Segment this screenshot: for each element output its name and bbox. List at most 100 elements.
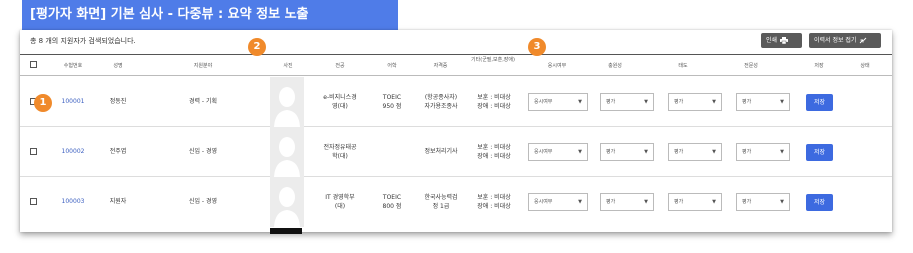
row-checkbox[interactable] [30, 148, 37, 155]
certificate-line-2: 정 1급 [432, 203, 450, 210]
eval-2-select[interactable]: 평가 ▼ [668, 143, 722, 161]
etc-line-2: 장애 : 비대상 [477, 153, 511, 160]
applicant-name: 정동진 [109, 98, 127, 105]
applicant-photo [270, 127, 304, 177]
header-photo: 사진 [283, 63, 293, 69]
save-button[interactable]: 저장 [806, 144, 833, 161]
table-header: 수험번호 성명 지원분야 사진 전공 어학 자격증 기타(군필,보훈,장애) 응… [20, 54, 892, 76]
applied-field: 신입 - 경영 [188, 148, 218, 155]
chevron-down-icon: ▼ [644, 199, 648, 205]
chevron-down-icon: ▼ [712, 99, 716, 105]
applicant-photo [270, 177, 304, 227]
print-button[interactable]: 인쇄 [761, 33, 802, 48]
header-attend: 응시여부 [547, 63, 567, 69]
etc-line-2: 장애 : 비대상 [477, 203, 511, 210]
chevron-down-icon: ▼ [780, 149, 784, 155]
printer-icon [780, 37, 789, 44]
attend-select[interactable]: 응시여부 ▼ [528, 193, 588, 211]
eval-1-select[interactable]: 평가 ▼ [600, 143, 654, 161]
language-line-2: 950 점 [382, 103, 402, 110]
eval-2-select[interactable]: 평가 ▼ [668, 193, 722, 211]
row-checkbox[interactable] [30, 198, 37, 205]
language-line-1: TOEIC [382, 94, 402, 101]
eval-1-select[interactable]: 평가 ▼ [600, 193, 654, 211]
collapse-resume-button[interactable]: 이력서 정보 접기 [809, 33, 881, 48]
attend-select[interactable]: 응시여부 ▼ [528, 93, 588, 111]
eval-3-value: 평가 [742, 149, 752, 155]
major-line-1: IT 경영학부 [325, 194, 355, 201]
eval-1-value: 평가 [606, 99, 616, 105]
header-eval-1: 충원성 [608, 63, 622, 69]
page-banner: [평가자 화면] 기본 심사 - 다중뷰 : 요약 정보 노출 [22, 0, 398, 30]
chevron-down-icon: ▼ [578, 199, 582, 205]
etc-line-1: 보훈 : 비대상 [477, 144, 511, 151]
applied-field: 경력 - 기획 [188, 98, 218, 105]
result-count-text: 총 8 개의 지원자가 검색되었습니다. [30, 37, 136, 45]
major-line-1: 전자정유태공 [323, 144, 357, 151]
exam-number-link[interactable]: 100002 [50, 147, 96, 156]
header-eval-2: 태도 [678, 63, 688, 69]
certificate-line-1: 정보처리기사 [424, 148, 458, 155]
eval-1-value: 평가 [606, 149, 616, 155]
applicant-name: 지원자 [109, 198, 127, 205]
attend-select[interactable]: 응시여부 ▼ [528, 143, 588, 161]
attend-select-value: 응시여부 [534, 199, 553, 205]
eval-2-value: 평가 [674, 149, 684, 155]
eval-2-value: 평가 [674, 199, 684, 205]
header-language: 어학 [387, 63, 397, 69]
etc-line-1: 보훈 : 비대상 [477, 94, 511, 101]
chevron-down-icon: ▼ [578, 99, 582, 105]
header-eval-3: 전문성 [744, 63, 758, 69]
callout-badge-2: 2 [248, 38, 266, 56]
eval-3-select[interactable]: 평가 ▼ [736, 143, 790, 161]
chevron-down-icon: ▼ [712, 149, 716, 155]
attend-select-value: 응시여부 [534, 99, 553, 105]
avatar-silhouette-icon [274, 137, 300, 177]
eval-3-select[interactable]: 평가 ▼ [736, 93, 790, 111]
attend-select-value: 응시여부 [534, 149, 553, 155]
chevron-down-icon: ▼ [578, 149, 582, 155]
header-status: 상태 [860, 63, 870, 69]
chevron-down-icon: ▼ [644, 99, 648, 105]
photo-edge-strip [270, 228, 302, 234]
save-button[interactable]: 저장 [806, 94, 833, 111]
callout-badge-1: 1 [34, 94, 52, 112]
major-line-2: 학(대) [332, 153, 348, 160]
language-line-2: 800 점 [382, 203, 402, 210]
language-line-1: TOEIC [382, 194, 402, 201]
chevron-down-icon: ▼ [712, 199, 716, 205]
eval-3-select[interactable]: 평가 ▼ [736, 193, 790, 211]
exam-number-link[interactable]: 100001 [50, 97, 96, 106]
eval-3-value: 평가 [742, 199, 752, 205]
eval-3-value: 평가 [742, 99, 752, 105]
header-name: 성명 [113, 63, 123, 69]
header-major: 전공 [335, 63, 345, 69]
header-save: 저장 [814, 63, 824, 69]
chevron-down-icon: ▼ [644, 149, 648, 155]
table-row: 100002 전주엽 신입 - 경영 전자정유태공 학(대) 정보처리기사 보훈… [20, 127, 892, 177]
exam-number-link[interactable]: 100003 [50, 197, 96, 206]
eval-2-value: 평가 [674, 99, 684, 105]
header-etc: 기타(군필,보훈,장애) [471, 57, 515, 63]
table-row: 100003 지원자 신입 - 경영 IT 경영학부 (대) TOEIC 800… [20, 177, 892, 227]
chevron-down-icon: ▼ [780, 199, 784, 205]
table-row: 100001 정동진 경력 - 기획 e-비지니스경 영(대) TOEIC 95… [20, 77, 892, 127]
select-all-checkbox[interactable] [30, 61, 37, 68]
callout-badge-3: 3 [528, 38, 546, 56]
applied-field: 신입 - 경영 [188, 198, 218, 205]
applicant-list-panel: 총 8 개의 지원자가 검색되었습니다. 인쇄 이력서 정보 접기 수험번호 성… [20, 30, 892, 232]
major-line-1: e-비지니스경 [323, 94, 357, 101]
save-button[interactable]: 저장 [806, 194, 833, 211]
applicant-photo [270, 77, 304, 127]
major-line-2: 영(대) [332, 103, 348, 110]
eval-1-value: 평가 [606, 199, 616, 205]
major-line-2: (대) [334, 203, 346, 210]
certificate-line-1: 한국사능력검 [424, 194, 458, 201]
avatar-silhouette-icon [274, 87, 300, 127]
header-exam-number: 수험번호 [63, 63, 83, 69]
eval-1-select[interactable]: 평가 ▼ [600, 93, 654, 111]
collapse-arrows-icon [860, 37, 867, 44]
eval-2-select[interactable]: 평가 ▼ [668, 93, 722, 111]
header-field: 지원분야 [193, 63, 213, 69]
applicant-name: 전주엽 [109, 148, 127, 155]
